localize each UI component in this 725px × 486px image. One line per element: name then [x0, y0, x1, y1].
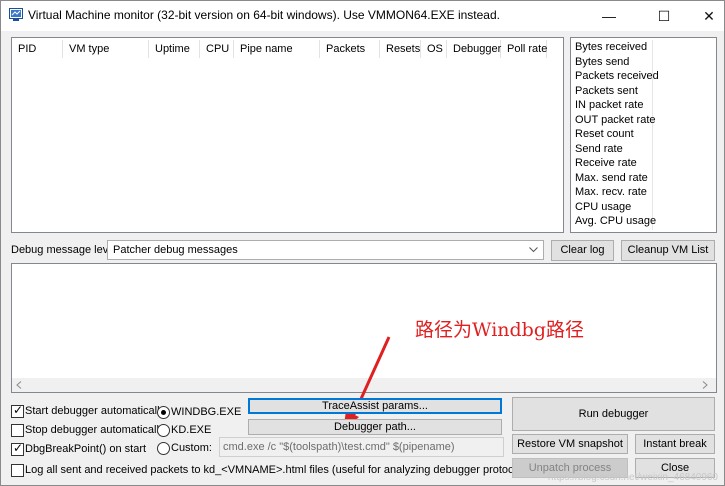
- debug-level-label: Debug message level:: [11, 244, 120, 256]
- dbgbreakpoint-checkbox[interactable]: ✓: [11, 441, 24, 456]
- stat-packets-received: Packets received: [575, 70, 659, 82]
- debug-level-value: Patcher debug messages: [113, 244, 238, 256]
- stop-debugger-checkbox[interactable]: [11, 424, 24, 437]
- title-bar: Virtual Machine monitor (32-bit version …: [1, 1, 724, 31]
- column-header-poll-rate[interactable]: Poll rate: [501, 40, 547, 58]
- run-debugger-button[interactable]: Run debugger: [512, 397, 715, 431]
- stat-max-recv-rate: Max. recv. rate: [575, 186, 647, 198]
- windbg-radio[interactable]: [157, 406, 170, 419]
- app-icon: [9, 8, 23, 21]
- stat-packets-sent: Packets sent: [575, 84, 638, 97]
- kd-radio[interactable]: [157, 424, 170, 437]
- column-header-cpu[interactable]: CPU: [200, 40, 234, 58]
- dbgbreakpoint-label: DbgBreakPoint() on start: [25, 443, 147, 455]
- column-header-debugger[interactable]: Debugger: [447, 40, 501, 58]
- stat-out-packet-rate: OUT packet rate: [575, 113, 656, 126]
- stop-debugger-label: Stop debugger automatically: [25, 424, 165, 436]
- restore-snapshot-button[interactable]: Restore VM snapshot: [512, 434, 628, 454]
- vmmon-window: Virtual Machine monitor (32-bit version …: [0, 0, 725, 486]
- stat-receive-rate: Receive rate: [575, 157, 637, 169]
- minimize-button[interactable]: —: [586, 1, 632, 31]
- stat-avg-cpu-usage: Avg. CPU usage: [575, 215, 657, 227]
- annotation-text: 路径为Windbg路径: [415, 319, 584, 341]
- debugger-path-button[interactable]: Debugger path...: [248, 419, 502, 435]
- stat-max-send-rate: Max. send rate: [575, 171, 648, 184]
- watermark-text: https://blog.csdn.net/weixin_46840960: [547, 472, 718, 483]
- custom-command-field[interactable]: cmd.exe /c "$(toolspath)\test.cmd" $(pip…: [219, 437, 504, 457]
- start-debugger-label: Start debugger automatically: [25, 405, 166, 417]
- vm-process-list[interactable]: PID VM type Uptime CPU Pipe name Packets…: [11, 37, 564, 233]
- start-debugger-checkbox[interactable]: ✓: [11, 403, 24, 418]
- column-header-uptime[interactable]: Uptime: [149, 40, 200, 58]
- cleanup-vm-list-button[interactable]: Cleanup VM List: [621, 240, 715, 261]
- stats-panel: Bytes received Bytes send Packets receiv…: [570, 37, 717, 233]
- windbg-label: WINDBG.EXE: [171, 406, 242, 418]
- column-header-pid[interactable]: PID: [12, 40, 63, 58]
- stat-bytes-received: Bytes received: [575, 41, 648, 53]
- check-icon: ✓: [13, 403, 24, 417]
- column-header-resets[interactable]: Resets: [380, 40, 421, 58]
- check-icon: ✓: [13, 441, 24, 455]
- clear-log-button[interactable]: Clear log: [551, 240, 614, 261]
- instant-break-button[interactable]: Instant break: [635, 434, 715, 454]
- column-header-packets[interactable]: Packets: [320, 40, 380, 58]
- custom-radio[interactable]: [157, 442, 170, 455]
- close-window-button[interactable]: ✕: [686, 1, 725, 31]
- custom-label: Custom:: [171, 442, 212, 454]
- debug-level-select[interactable]: Patcher debug messages: [107, 240, 544, 260]
- scroll-right-icon[interactable]: [702, 381, 708, 389]
- column-header-os[interactable]: OS: [421, 40, 447, 58]
- stat-cpu-usage: CPU usage: [575, 200, 632, 213]
- column-header-pipe-name[interactable]: Pipe name: [234, 40, 320, 58]
- log-packets-label: Log all sent and received packets to kd_…: [25, 464, 526, 476]
- chevron-down-icon: [529, 247, 538, 253]
- maximize-button[interactable]: ☐: [641, 1, 687, 31]
- kd-label: KD.EXE: [171, 424, 212, 436]
- stat-send-rate: Send rate: [575, 142, 623, 155]
- stat-in-packet-rate: IN packet rate: [575, 99, 644, 111]
- window-title: Virtual Machine monitor (32-bit version …: [28, 8, 500, 22]
- stat-bytes-send: Bytes send: [575, 55, 630, 68]
- log-packets-checkbox[interactable]: [11, 464, 24, 477]
- scroll-left-icon[interactable]: [16, 381, 22, 389]
- stat-reset-count: Reset count: [575, 128, 634, 140]
- radio-selected-dot: [161, 410, 166, 415]
- column-header-vm-type[interactable]: VM type: [63, 40, 149, 58]
- traceassist-params-button[interactable]: TraceAssist params...: [248, 398, 502, 414]
